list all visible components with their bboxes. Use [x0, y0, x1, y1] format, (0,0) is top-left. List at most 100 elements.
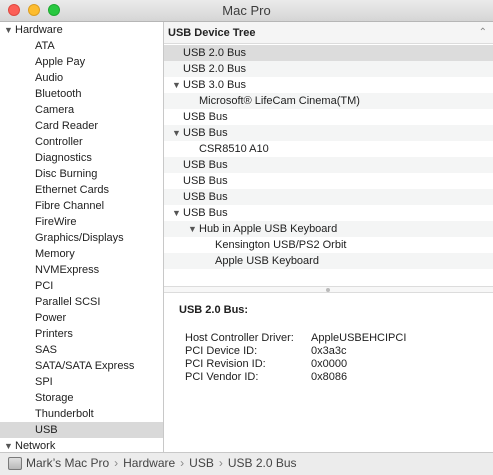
sidebar-item-label: NVMExpress — [35, 264, 100, 276]
sidebar-item-label: Camera — [35, 104, 75, 116]
tree-row[interactable]: USB Bus — [164, 189, 493, 205]
sidebar-category-list[interactable]: ▼ Hardware ATA Apple Pay Audio Bluetooth Camer… — [0, 22, 164, 452]
sidebar-item-audio[interactable]: Audio — [0, 70, 163, 86]
breadcrumb-separator-icon: › — [218, 456, 223, 470]
property-label: PCI Device ID: — [185, 345, 258, 357]
disclosure-triangle-icon[interactable]: ▼ — [188, 221, 199, 237]
property-value: AppleUSBEHCIPCI — [311, 332, 407, 344]
sidebar-item-firewire[interactable]: FireWire — [0, 214, 163, 230]
splitter-handle-icon[interactable] — [326, 288, 330, 292]
sidebar-item-label: Fibre Channel — [35, 200, 105, 212]
property-label: Host Controller Driver: — [185, 332, 294, 344]
breadcrumb: Mark’s Mac Pro › Hardware › USB › USB 2.0 Bus — [26, 453, 297, 474]
breadcrumb-separator-icon: › — [114, 456, 119, 470]
tree-row[interactable]: Apple USB Keyboard — [164, 253, 493, 269]
sidebar-group-hardware[interactable]: ▼ Hardware — [0, 22, 163, 38]
breadcrumb-item[interactable]: Mark’s Mac Pro — [26, 456, 109, 470]
sidebar-item-label: Parallel SCSI — [35, 296, 101, 308]
tree-row-label: USB Bus — [183, 207, 228, 219]
sidebar-item-storage[interactable]: Storage — [0, 390, 163, 406]
tree-column-title: USB Device Tree — [168, 27, 256, 39]
usb-device-tree[interactable]: USB 2.0 Bus USB 2.0 Bus ▼ USB 3.0 Bus Micros… — [164, 45, 493, 285]
sidebar-item-label: SATA/SATA Express — [35, 360, 135, 372]
sidebar-item-camera[interactable]: Camera — [0, 102, 163, 118]
sidebar-item-thunderbolt[interactable]: Thunderbolt — [0, 406, 163, 422]
sidebar-item-label: Audio — [35, 72, 64, 84]
tree-row-label: USB 2.0 Bus — [183, 63, 246, 75]
disclosure-triangle-icon[interactable]: ▼ — [172, 205, 183, 221]
window-title: Mac Pro — [222, 3, 271, 18]
sidebar-item-disc-burning[interactable]: Disc Burning — [0, 166, 163, 182]
sidebar-item-apple-pay[interactable]: Apple Pay — [0, 54, 163, 70]
sidebar-item-label: Controller — [35, 136, 83, 148]
disclosure-triangle-icon[interactable]: ▼ — [172, 125, 183, 141]
disclosure-triangle-icon[interactable]: ▼ — [4, 438, 15, 452]
sidebar-item-usb[interactable]: USB — [0, 422, 163, 438]
sidebar-item-sata-sata-express[interactable]: SATA/SATA Express — [0, 358, 163, 374]
sidebar-item-label: SPI — [35, 376, 53, 388]
tree-row[interactable]: USB Bus — [164, 173, 493, 189]
sidebar-item-bluetooth[interactable]: Bluetooth — [0, 86, 163, 102]
tree-row[interactable]: ▼ Hub in Apple USB Keyboard — [164, 221, 493, 237]
sidebar-item-nvmexpress[interactable]: NVMExpress — [0, 262, 163, 278]
tree-row[interactable]: ▼ USB 3.0 Bus — [164, 77, 493, 93]
sidebar-item-memory[interactable]: Memory — [0, 246, 163, 262]
property-label: PCI Vendor ID: — [185, 371, 259, 383]
tree-row-label: Hub in Apple USB Keyboard — [199, 223, 338, 235]
tree-row-label: USB Bus — [183, 111, 228, 123]
sidebar-item-printers[interactable]: Printers — [0, 326, 163, 342]
tree-row[interactable]: USB 2.0 Bus — [164, 45, 493, 61]
tree-row[interactable]: Kensington USB/PS2 Orbit — [164, 237, 493, 253]
sidebar-item-fibre-channel[interactable]: Fibre Channel — [0, 198, 163, 214]
tree-row[interactable]: USB 2.0 Bus — [164, 61, 493, 77]
property-label: PCI Revision ID: — [185, 358, 266, 370]
sidebar-item-card-reader[interactable]: Card Reader — [0, 118, 163, 134]
sidebar-item-label: Power — [35, 312, 67, 324]
disclosure-triangle-icon[interactable]: ▼ — [4, 22, 15, 38]
sidebar-item-label: Card Reader — [35, 120, 98, 132]
sidebar-item-parallel-scsi[interactable]: Parallel SCSI — [0, 294, 163, 310]
sidebar-group-label: Hardware — [15, 24, 63, 36]
sidebar-item-controller[interactable]: Controller — [0, 134, 163, 150]
sidebar-item-label: Thunderbolt — [35, 408, 94, 420]
tree-row[interactable]: USB Bus — [164, 157, 493, 173]
breadcrumb-item[interactable]: Hardware — [123, 456, 175, 470]
sidebar-item-label: Graphics/Displays — [35, 232, 124, 244]
tree-column-header[interactable]: USB Device Tree ⌃ — [164, 22, 493, 44]
sidebar-item-label: Storage — [35, 392, 74, 404]
pane-splitter[interactable] — [164, 286, 493, 293]
tree-row-label: USB Bus — [183, 159, 228, 171]
sidebar-item-label: PCI — [35, 280, 54, 292]
tree-row[interactable]: Microsoft® LifeCam Cinema(TM) — [164, 93, 493, 109]
sidebar-item-label: USB — [35, 424, 58, 436]
property-value: 0x0000 — [311, 358, 348, 370]
tree-row-label: USB 2.0 Bus — [183, 47, 246, 59]
tree-row[interactable]: CSR8510 A10 — [164, 141, 493, 157]
title-bar: Mac Pro — [0, 0, 493, 22]
tree-row[interactable]: ▼ USB Bus — [164, 205, 493, 221]
breadcrumb-item[interactable]: USB — [189, 456, 214, 470]
tree-row-label: CSR8510 A10 — [199, 143, 269, 155]
sidebar-item-ata[interactable]: ATA — [0, 38, 163, 54]
sidebar-item-ethernet-cards[interactable]: Ethernet Cards — [0, 182, 163, 198]
sidebar-item-graphics-displays[interactable]: Graphics/Displays — [0, 230, 163, 246]
tree-row-label: USB Bus — [183, 127, 228, 139]
sidebar-item-label: ATA — [35, 40, 55, 52]
disclosure-triangle-icon[interactable]: ▼ — [172, 77, 183, 93]
sidebar-group-network[interactable]: ▼ Network — [0, 438, 163, 452]
sidebar-item-label: Bluetooth — [35, 88, 82, 100]
sidebar-item-sas[interactable]: SAS — [0, 342, 163, 358]
sidebar-item-label: Apple Pay — [35, 56, 86, 68]
sort-chevron-icon[interactable]: ⌃ — [479, 22, 487, 44]
sidebar-item-spi[interactable]: SPI — [0, 374, 163, 390]
tree-row-label: USB 3.0 Bus — [183, 79, 246, 91]
tree-row-label: Kensington USB/PS2 Orbit — [215, 239, 347, 251]
tree-row[interactable]: ▼ USB Bus — [164, 125, 493, 141]
tree-row-label: Apple USB Keyboard — [215, 255, 319, 267]
sidebar-item-pci[interactable]: PCI — [0, 278, 163, 294]
sidebar-item-diagnostics[interactable]: Diagnostics — [0, 150, 163, 166]
sidebar-item-power[interactable]: Power — [0, 310, 163, 326]
tree-row[interactable]: USB Bus — [164, 109, 493, 125]
system-information-window: Mac Pro ▼ Hardware ATA Apple Pay Audio Blueto… — [0, 0, 493, 475]
breadcrumb-item[interactable]: USB 2.0 Bus — [228, 456, 297, 470]
